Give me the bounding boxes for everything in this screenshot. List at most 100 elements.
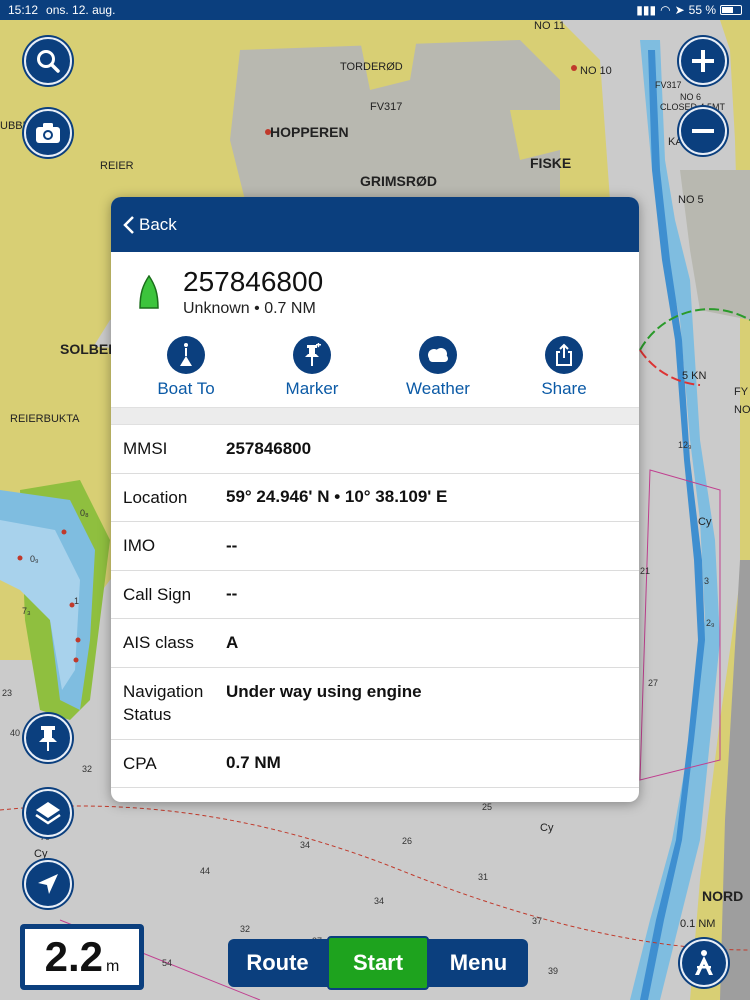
vessel-icon xyxy=(139,275,159,309)
pushpin-icon xyxy=(39,726,57,751)
map-label: TORDERØD xyxy=(340,61,403,73)
depth-sounding: 54 xyxy=(162,958,173,968)
share-button[interactable]: Share xyxy=(509,336,619,399)
property-value: -- xyxy=(226,584,238,604)
start-button[interactable]: Start xyxy=(327,936,429,990)
depth-sounding: 32 xyxy=(82,764,93,774)
depth-sounding: 23 xyxy=(2,688,13,698)
property-value: Under way using engine xyxy=(226,681,422,701)
depth-value: 2.2 xyxy=(44,933,104,980)
vessel-summary: 257846800 Unknown • 0.7 NM xyxy=(111,252,639,332)
wifi-icon: ◠ xyxy=(660,3,671,17)
back-label: Back xyxy=(139,214,177,234)
depth-sounding: 7₃ xyxy=(22,606,31,616)
navigation-arrow-icon xyxy=(38,874,58,894)
depth-sounding: 1 xyxy=(74,596,80,606)
property-value: 257846800 xyxy=(226,438,312,458)
property-row-mmsi: MMSI 257846800 xyxy=(111,425,639,474)
route-button[interactable]: Route xyxy=(228,939,327,987)
map-label: SOLBEI xyxy=(60,341,113,357)
map-label: FV317 xyxy=(655,80,682,90)
marker-button[interactable]: Marker xyxy=(257,336,367,399)
back-button[interactable]: Back xyxy=(123,215,177,235)
property-key: AIS class xyxy=(123,633,194,653)
search-icon xyxy=(37,50,60,73)
map-label: FY xyxy=(734,386,749,398)
depth-sounding: 25 xyxy=(482,802,493,812)
status-time: 15:12 xyxy=(8,3,39,17)
depth-sounding: 0₉ xyxy=(30,554,39,564)
boat-to-button[interactable]: Boat To xyxy=(131,336,241,399)
vessel-id: 257846800 xyxy=(183,265,324,297)
depth-sounding: 12₉ xyxy=(678,440,692,450)
depth-sounding: 27 xyxy=(648,678,659,688)
location-arrow-icon: ➤ xyxy=(674,3,685,17)
depth-sounding: 34 xyxy=(300,840,311,850)
zoom-in-button[interactable] xyxy=(679,37,727,85)
status-bar: 15:12 ons. 12. aug. ▮▮▮ ◠ ➤ 55 % xyxy=(0,0,750,20)
property-row-cpa: CPA 0.7 NM xyxy=(111,740,639,788)
battery-percent: 55 % xyxy=(688,3,716,17)
status-indicators: ▮▮▮ ◠ ➤ 55 % xyxy=(636,3,742,17)
boat-to-label: Boat To xyxy=(157,379,215,398)
status-date: ons. 12. aug. xyxy=(46,3,116,17)
depth-sounding: 2₉ xyxy=(706,618,715,628)
property-value: -- xyxy=(226,535,238,555)
camera-icon xyxy=(36,123,60,143)
map-label: Cy xyxy=(698,516,712,528)
boat-to-icon xyxy=(180,343,192,366)
map-label: Cy xyxy=(540,822,554,834)
map-label: 5 KN xyxy=(682,370,707,382)
menu-button[interactable]: Menu xyxy=(429,939,528,987)
map-label: NO 6 xyxy=(680,92,702,102)
zoom-out-button[interactable] xyxy=(679,107,727,155)
layers-icon xyxy=(35,802,61,825)
action-bar: Boat To Marker Weather Share xyxy=(111,332,639,407)
depth-sounding: 44 xyxy=(200,866,211,876)
depth-sounding: 39 xyxy=(548,966,559,976)
depth-sounding: 31 xyxy=(478,872,489,882)
depth-sounding: 3 xyxy=(704,576,710,586)
property-row-imo: IMO -- xyxy=(111,522,639,571)
share-label: Share xyxy=(541,379,587,398)
map-label: NO 10 xyxy=(580,65,612,77)
depth-sounding: 26 xyxy=(402,836,413,846)
section-divider xyxy=(111,407,639,425)
weather-cloud-icon xyxy=(428,348,448,362)
location-button[interactable] xyxy=(24,860,72,908)
depth-unit: m xyxy=(106,958,120,975)
vessel-properties: MMSI 257846800 Location 59° 24.946' N • … xyxy=(111,425,639,788)
camera-button[interactable] xyxy=(24,109,72,157)
layers-button[interactable] xyxy=(24,789,72,837)
map-label: Cy xyxy=(34,848,48,860)
bottom-toolbar: Route Start Menu xyxy=(228,936,528,990)
property-value: 59° 24.946' N • 10° 38.109' E xyxy=(226,487,448,507)
property-key: MMSI xyxy=(123,439,168,459)
map-label: GRIMSRØD xyxy=(360,173,437,189)
depth-sounding: 32 xyxy=(240,924,251,934)
property-key: Call Sign xyxy=(123,584,192,604)
property-key: Location xyxy=(123,487,188,507)
share-icon xyxy=(556,343,572,366)
depth-readout[interactable]: 2.2 m xyxy=(20,924,144,990)
property-key: IMO xyxy=(123,536,156,556)
weather-label: Weather xyxy=(406,379,470,398)
property-row-ais-class: AIS class A xyxy=(111,619,639,668)
weather-button[interactable]: Weather xyxy=(383,336,493,399)
vessel-detail-panel: Back 257846800 Unknown • 0.7 NM Boat To … xyxy=(111,197,639,802)
property-value: A xyxy=(226,632,239,652)
property-row-navigation-status: Navigation Status Under way using engine xyxy=(111,668,639,740)
chevron-left-icon xyxy=(123,215,134,234)
map-label: FV317 xyxy=(370,101,403,113)
depth-sounding: 34 xyxy=(374,896,385,906)
property-row-call-sign: Call Sign -- xyxy=(111,571,639,619)
map-label: REIERBUKTA xyxy=(10,413,80,425)
signal-icon: ▮▮▮ xyxy=(636,3,657,17)
property-row-location: Location 59° 24.946' N • 10° 38.109' E xyxy=(111,474,639,522)
map-label: NO 5 xyxy=(678,194,704,206)
search-button[interactable] xyxy=(24,37,72,85)
ais-button[interactable] xyxy=(680,939,728,987)
plus-icon xyxy=(692,50,714,72)
pin-button[interactable] xyxy=(24,714,72,762)
battery-icon xyxy=(720,5,742,15)
